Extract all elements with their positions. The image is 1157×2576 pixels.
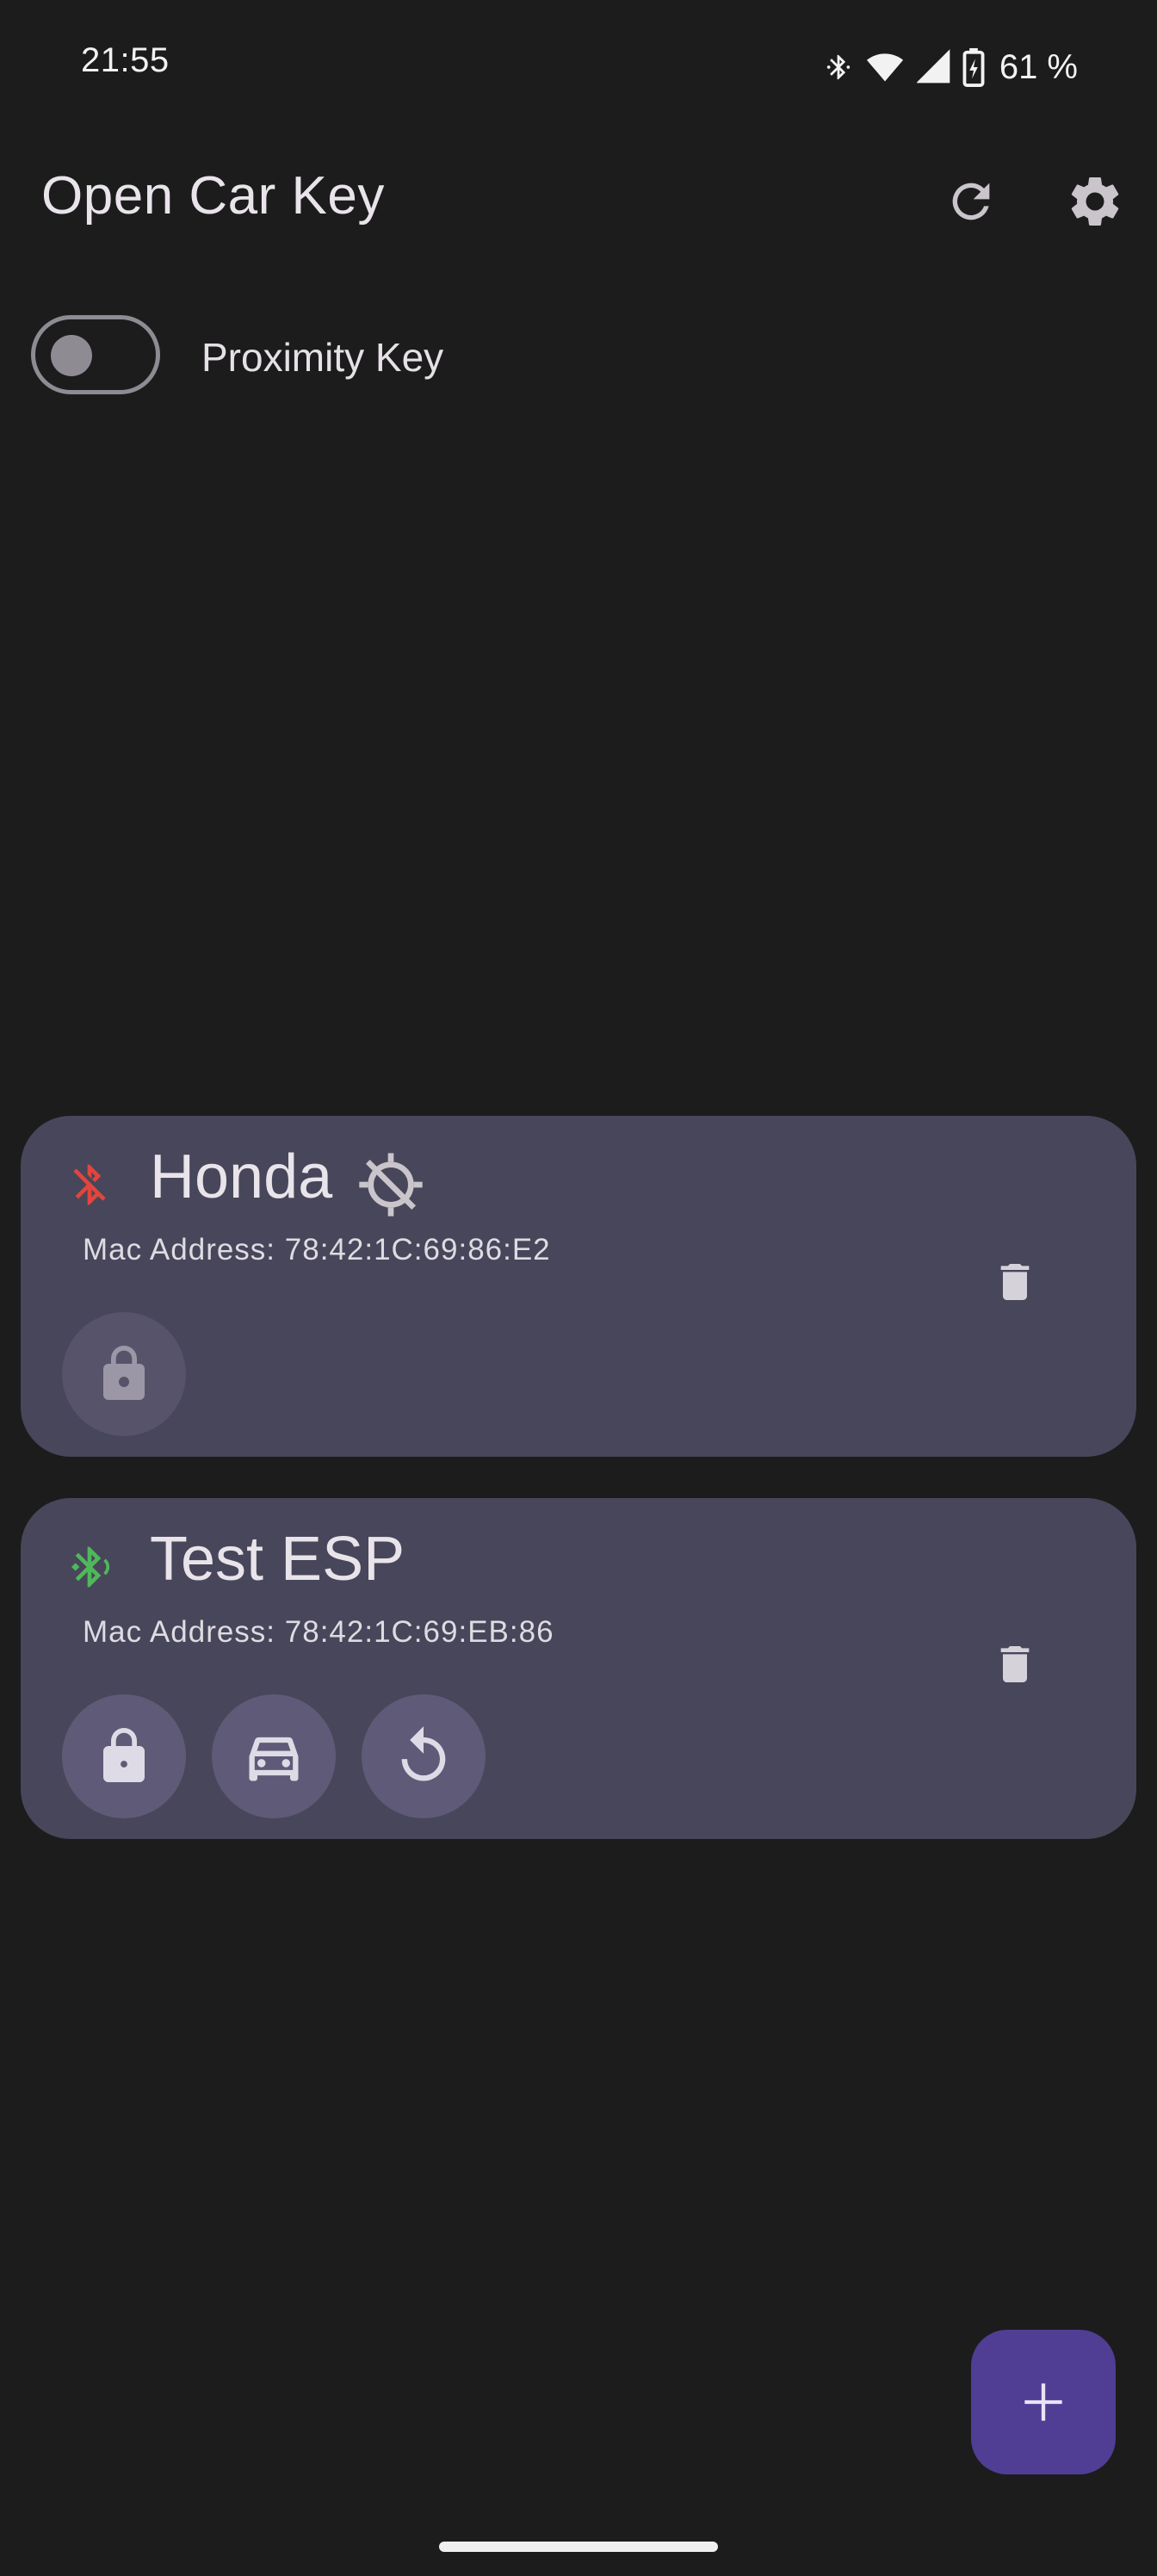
lock-button[interactable] [62, 1694, 186, 1818]
key-card-honda: Honda Mac Address: 78:42:1C:69:86:E2 [21, 1116, 1136, 1457]
bluetooth-connected-icon [71, 1546, 110, 1588]
lock-button[interactable] [62, 1312, 186, 1436]
proximity-key-label: Proximity Key [201, 335, 444, 380]
mac-address: Mac Address: 78:42:1C:69:86:E2 [83, 1233, 551, 1266]
lock-icon [103, 1728, 145, 1782]
key-card-test-esp: Test ESP Mac Address: 78:42:1C:69:EB:86 [21, 1498, 1136, 1839]
battery-charging-icon [962, 47, 986, 87]
delete-key-button[interactable] [976, 1243, 1054, 1321]
location-disabled-icon [359, 1153, 423, 1217]
car-icon [249, 1737, 299, 1781]
delete-key-button[interactable] [976, 1625, 1054, 1703]
bluetooth-icon [824, 48, 853, 86]
refresh-button[interactable] [928, 158, 1014, 245]
switch-thumb [51, 335, 92, 376]
status-time: 21:55 [81, 41, 170, 79]
wifi-icon [863, 48, 906, 86]
settings-gear-icon [1071, 176, 1119, 226]
add-key-fab[interactable] [971, 2330, 1116, 2474]
proximity-key-switch[interactable] [31, 315, 160, 394]
cell-signal-icon [916, 48, 951, 86]
key-name: Honda [150, 1142, 333, 1211]
lock-icon [103, 1346, 145, 1400]
key-name: Test ESP [150, 1525, 405, 1594]
bluetooth-disabled-icon [73, 1164, 106, 1205]
settings-button[interactable] [1052, 158, 1138, 245]
trash-icon [1000, 1646, 1030, 1682]
status-icons: 61 % [824, 41, 1078, 93]
add-icon [1024, 2383, 1062, 2421]
trash-icon [1000, 1264, 1030, 1300]
refresh-icon [952, 183, 990, 220]
battery-percent: 61 % [999, 47, 1078, 86]
app-title: Open Car Key [41, 166, 385, 226]
car-button[interactable] [212, 1694, 336, 1818]
home-indicator[interactable] [439, 2542, 718, 2552]
replay-icon [401, 1726, 446, 1781]
replay-button[interactable] [362, 1694, 486, 1818]
mac-address: Mac Address: 78:42:1C:69:EB:86 [83, 1615, 554, 1649]
